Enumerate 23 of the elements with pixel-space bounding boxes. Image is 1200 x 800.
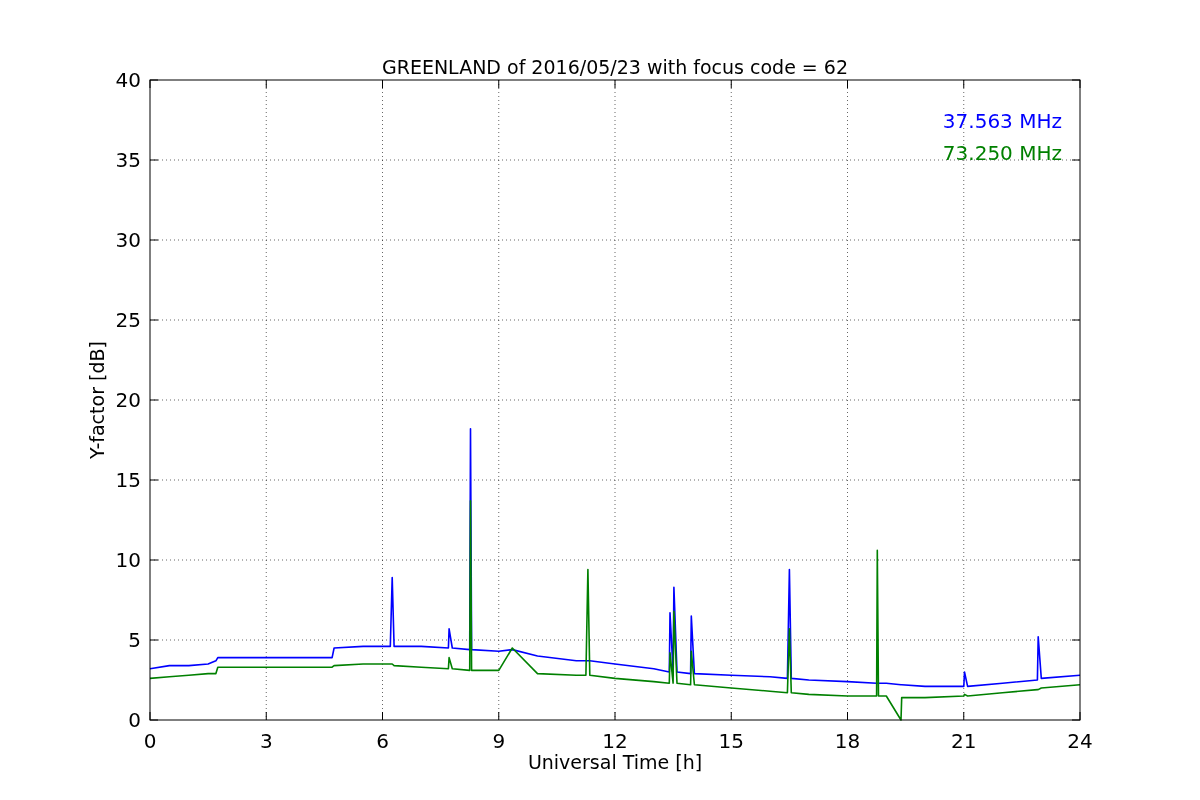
tick-label: 25: [115, 308, 141, 332]
tick-label: 9: [492, 729, 506, 753]
tick-label: 15: [115, 468, 141, 492]
tick-label: 10: [115, 548, 141, 572]
axis-label: Universal Time [h]: [527, 751, 703, 773]
legend-label: 37.563 MHz: [942, 109, 1062, 133]
legend-label: 73.250 MHz: [942, 141, 1062, 165]
tick-label: 24: [1067, 729, 1093, 753]
axis-label: Y-factor [dB]: [86, 341, 108, 459]
tick-label: 5: [128, 628, 141, 652]
chart-title: GREENLAND of 2016/05/23 with focus code = 62: [382, 56, 848, 78]
tick-label: 3: [259, 729, 273, 753]
tick-label: 12: [602, 729, 628, 753]
tick-label: 20: [115, 388, 141, 412]
tick-label: 0: [143, 729, 157, 753]
tick-label: 15: [718, 729, 744, 753]
tick-label: 40: [115, 68, 141, 92]
tick-label: 30: [115, 228, 141, 252]
tick-label: 35: [115, 148, 141, 172]
tick-label: 6: [376, 729, 389, 753]
tick-label: 0: [128, 708, 141, 732]
tick-label: 18: [834, 729, 861, 753]
tick-label: 21: [951, 729, 977, 753]
